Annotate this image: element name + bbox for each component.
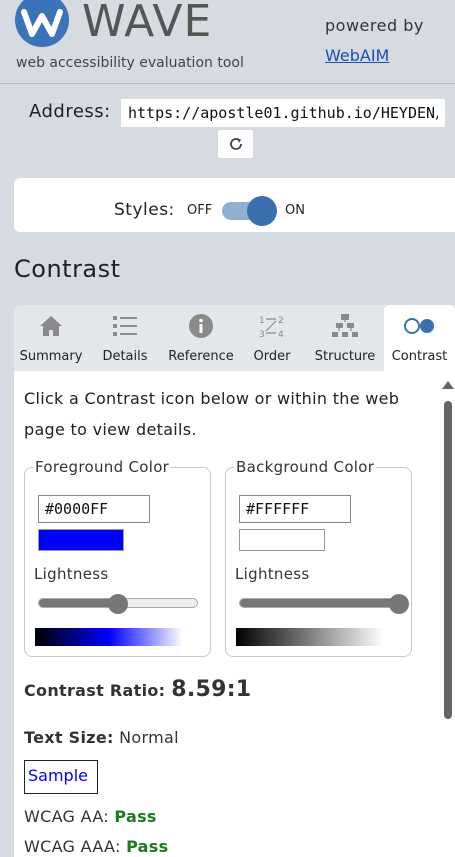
section-title: Contrast xyxy=(14,255,121,283)
tab-label: Contrast xyxy=(391,349,448,364)
text-size-row: Text Size: Normal xyxy=(24,728,179,747)
tagline: web accessibility evaluation tool xyxy=(16,55,244,71)
info-icon xyxy=(189,314,213,338)
webaim-link[interactable]: WebAIM xyxy=(325,46,389,65)
contrast-ratio-row: Contrast Ratio: 8.59:1 xyxy=(24,677,251,702)
background-lightness-slider[interactable] xyxy=(389,594,409,614)
tab-details[interactable]: Details xyxy=(94,305,156,371)
contrast-instructions: Click a Contrast icon below or within th… xyxy=(24,389,400,439)
background-legend: Background Color xyxy=(234,458,377,476)
panel-tabs: Summary Details Reference 1 2 3 4 Order xyxy=(14,305,455,371)
tab-label: Details xyxy=(102,349,148,364)
header: WAVE web accessibility evaluation tool p… xyxy=(0,0,455,84)
refresh-icon xyxy=(229,138,242,150)
tab-order[interactable]: 1 2 3 4 Order xyxy=(246,305,298,371)
contrast-ratio-label: Contrast Ratio: xyxy=(24,681,166,700)
wave-logo-icon xyxy=(15,0,69,47)
text-size-value: Normal xyxy=(119,728,179,747)
home-icon xyxy=(40,316,62,336)
tab-summary[interactable]: Summary xyxy=(14,305,88,371)
background-lightness-track[interactable] xyxy=(239,598,399,608)
background-swatch[interactable] xyxy=(239,529,325,551)
background-lightness-label: Lightness xyxy=(235,565,310,583)
order-icon: 1 2 3 4 xyxy=(259,316,284,339)
tab-reference[interactable]: Reference xyxy=(160,305,242,371)
styles-panel: Styles: OFF ON xyxy=(14,178,455,232)
scroll-up-arrow[interactable] xyxy=(442,381,454,389)
background-color-group: Background Color Lightness xyxy=(225,458,412,657)
wcag-aa-label: WCAG AA: xyxy=(24,807,109,826)
structure-icon xyxy=(332,314,358,337)
foreground-gradient xyxy=(35,628,183,646)
background-lightness-fill xyxy=(240,599,398,607)
foreground-lightness-fill xyxy=(39,599,118,607)
wcag-aa-row: WCAG AA: Pass xyxy=(24,807,157,826)
contrast-sample: Sample xyxy=(24,760,98,794)
tab-structure[interactable]: Structure xyxy=(308,305,382,371)
list-icon xyxy=(113,316,137,336)
svg-text:4: 4 xyxy=(278,330,284,339)
address-input[interactable] xyxy=(121,99,445,127)
wcag-aaa-row: WCAG AAA: Pass xyxy=(24,837,168,856)
foreground-lightness-label: Lightness xyxy=(34,565,109,583)
foreground-legend: Foreground Color xyxy=(33,458,172,476)
text-size-label: Text Size: xyxy=(24,728,114,747)
foreground-hex-input[interactable] xyxy=(38,495,150,523)
wcag-aa-result: Pass xyxy=(114,807,157,826)
sample-text: Sample xyxy=(28,766,88,785)
wcag-aaa-result: Pass xyxy=(126,837,169,856)
styles-on-label: ON xyxy=(285,203,305,218)
background-gradient xyxy=(236,628,384,646)
svg-text:2: 2 xyxy=(278,316,284,326)
tab-label: Reference xyxy=(168,349,234,364)
styles-label: Styles: xyxy=(114,200,175,220)
tab-label: Order xyxy=(253,349,291,364)
contrast-ratio-value: 8.59:1 xyxy=(171,677,252,702)
styles-off-label: OFF xyxy=(187,203,213,218)
logo-wordmark: WAVE xyxy=(82,0,213,47)
powered-by-text: powered by xyxy=(325,16,424,35)
refresh-button[interactable] xyxy=(218,130,253,158)
scrollbar-thumb[interactable] xyxy=(444,401,452,719)
svg-text:3: 3 xyxy=(259,330,265,339)
contrast-panel: Click a Contrast icon below or within th… xyxy=(14,371,455,857)
styles-toggle-knob[interactable] xyxy=(247,196,277,226)
tab-label: Structure xyxy=(314,349,376,364)
foreground-swatch[interactable] xyxy=(38,529,124,551)
tab-contrast[interactable]: Contrast xyxy=(384,305,455,371)
foreground-lightness-slider[interactable] xyxy=(108,594,128,614)
address-label: Address: xyxy=(29,101,111,122)
contrast-icon xyxy=(403,318,434,334)
wcag-aaa-label: WCAG AAA: xyxy=(24,837,121,856)
tab-label: Summary xyxy=(19,349,83,364)
foreground-color-group: Foreground Color Lightness xyxy=(24,458,211,657)
svg-text:1: 1 xyxy=(259,316,265,326)
background-hex-input[interactable] xyxy=(239,495,351,523)
